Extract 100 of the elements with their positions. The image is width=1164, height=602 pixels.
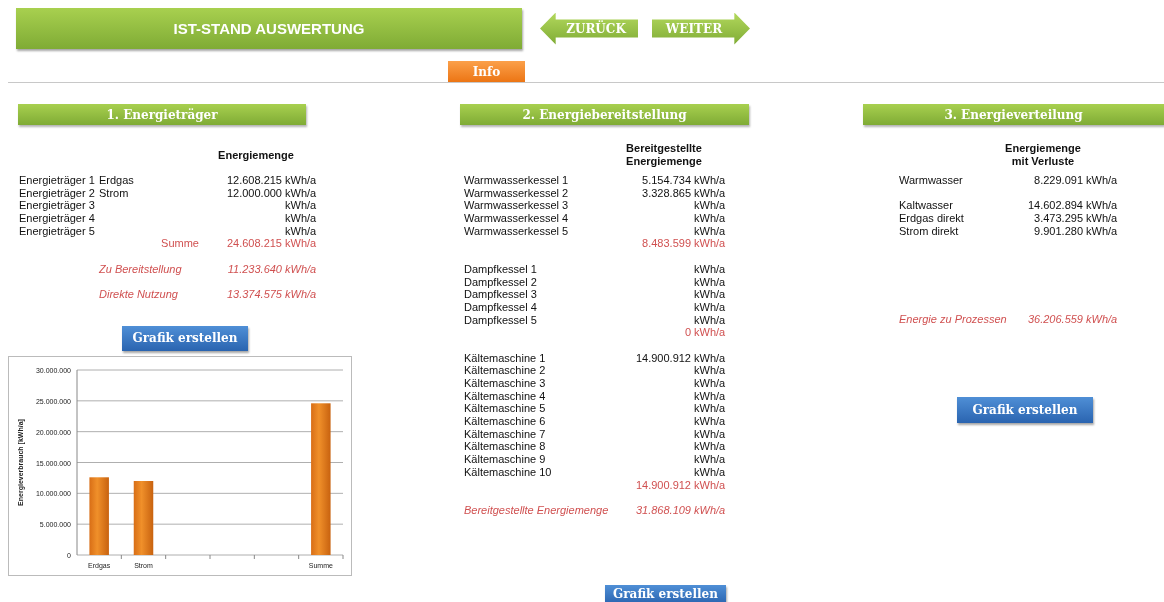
unit: kWh/a bbox=[694, 453, 726, 466]
row-label: Zu Bereitstellung bbox=[99, 262, 182, 275]
row-label: Erdgas direkt bbox=[899, 212, 964, 225]
unit: kWh/a bbox=[1086, 212, 1118, 225]
carrier-name: Erdgas bbox=[99, 174, 134, 186]
carrier-name: Strom bbox=[99, 186, 129, 199]
unit: kWh/a bbox=[694, 275, 726, 288]
row-label: Dampfkessel 4 bbox=[464, 300, 537, 313]
row-label: Energie zu Prozessen bbox=[899, 313, 1007, 326]
row-label: Warmwasserkessel 1 bbox=[464, 174, 569, 186]
unit: kWh/a bbox=[694, 364, 726, 377]
unit: kWh/a bbox=[1086, 174, 1118, 186]
unit: kWh/a bbox=[694, 212, 726, 225]
unit: kWh/a bbox=[694, 237, 726, 250]
value: 13.374.575 bbox=[226, 288, 282, 301]
unit: kWh/a bbox=[1086, 199, 1118, 212]
unit: kWh/a bbox=[1086, 224, 1118, 237]
unit: kWh/a bbox=[285, 288, 317, 301]
unit: kWh/a bbox=[285, 224, 317, 237]
unit: kWh/a bbox=[694, 300, 726, 313]
row-label: Kältemaschine 8 bbox=[464, 440, 546, 453]
unit: kWh/a bbox=[285, 262, 317, 275]
row-label: Energieträger 1 bbox=[19, 174, 95, 186]
row-label: Energieträger 2 bbox=[19, 186, 95, 199]
row-label: Bereitgestellte Energiemenge bbox=[464, 503, 609, 516]
row-label: Direkte Nutzung bbox=[99, 288, 178, 301]
value: 12.608.215 bbox=[226, 174, 282, 186]
row-label: Energieträger 4 bbox=[19, 212, 95, 225]
row-label: Kältemaschine 10 bbox=[464, 465, 552, 478]
row-label: Warmwasserkessel 5 bbox=[464, 224, 569, 237]
row-label: Dampfkessel 2 bbox=[464, 275, 537, 288]
row-label: Kältemaschine 5 bbox=[464, 402, 546, 415]
column-heading: Bereitgestellte Energiemenge bbox=[626, 142, 702, 168]
row-label: Warmwasserkessel 4 bbox=[464, 212, 569, 225]
row-label: Kaltwasser bbox=[899, 199, 953, 212]
unit: kWh/a bbox=[694, 440, 726, 453]
value: 5.154.734 bbox=[642, 174, 691, 186]
unit: kWh/a bbox=[285, 199, 317, 212]
column-heading: Energiemenge mit Verluste bbox=[1005, 142, 1081, 168]
create-chart-button[interactable]: Grafik erstellen bbox=[957, 396, 1093, 423]
value: 8.483.599 bbox=[642, 237, 691, 250]
row-label: Dampfkessel 1 bbox=[464, 262, 537, 275]
value: 3.328.865 bbox=[642, 186, 691, 199]
unit: kWh/a bbox=[694, 402, 726, 415]
page-title: IST-STAND AUSWERTUNG bbox=[16, 8, 522, 49]
unit: kWh/a bbox=[694, 186, 726, 199]
value: 0 bbox=[684, 326, 691, 339]
section-header: 2. Energiebereitstellung bbox=[460, 104, 749, 125]
row-label: Kältemaschine 3 bbox=[464, 377, 546, 389]
value: 36.206.559 bbox=[1027, 313, 1083, 326]
row-label: Warmwasserkessel 3 bbox=[464, 199, 569, 212]
info-button[interactable]: Info bbox=[448, 61, 525, 82]
unit: kWh/a bbox=[694, 465, 726, 478]
row-label: Warmwasser bbox=[899, 174, 963, 186]
row-label: Kältemaschine 6 bbox=[464, 415, 546, 428]
unit: kWh/a bbox=[694, 478, 726, 491]
unit: kWh/a bbox=[694, 262, 726, 275]
row-label: Kältemaschine 4 bbox=[464, 389, 546, 402]
unit: kWh/a bbox=[694, 174, 726, 186]
unit: kWh/a bbox=[694, 326, 726, 339]
value: 14.900.912 bbox=[635, 351, 691, 364]
row-label: Strom direkt bbox=[899, 224, 959, 237]
create-chart-button[interactable]: Grafik erstellen bbox=[122, 325, 248, 351]
unit: kWh/a bbox=[694, 377, 726, 389]
row-label: Kältemaschine 1 bbox=[464, 351, 546, 364]
value: 14.900.912 bbox=[635, 478, 691, 491]
row-label: Energieträger 5 bbox=[19, 224, 95, 237]
column-heading: Energiemenge bbox=[218, 148, 294, 162]
row-label: Kältemaschine 2 bbox=[464, 364, 546, 377]
value: 3.473.295 bbox=[1034, 212, 1083, 225]
row-label: Energieträger 3 bbox=[19, 199, 95, 212]
unit: kWh/a bbox=[694, 427, 726, 440]
row-label: Dampfkessel 5 bbox=[464, 313, 537, 326]
unit: kWh/a bbox=[694, 415, 726, 428]
unit: kWh/a bbox=[694, 313, 726, 326]
value: 31.868.109 bbox=[635, 503, 691, 516]
value: 12.000.000 bbox=[226, 186, 282, 199]
unit: kWh/a bbox=[694, 351, 726, 364]
unit: kWh/a bbox=[1086, 313, 1118, 326]
create-chart-button[interactable]: Grafik erstellen bbox=[605, 584, 726, 602]
unit: kWh/a bbox=[694, 389, 726, 402]
row-label: Summe bbox=[161, 237, 199, 250]
value: 11.233.640 bbox=[227, 262, 282, 275]
value: 9.901.280 bbox=[1034, 224, 1083, 237]
unit: kWh/a bbox=[285, 186, 317, 199]
unit: kWh/a bbox=[694, 199, 726, 212]
row-label: Kältemaschine 9 bbox=[464, 453, 546, 466]
value: 8.229.091 bbox=[1034, 174, 1083, 186]
unit: kWh/a bbox=[285, 237, 317, 250]
value: 14.602.894 bbox=[1027, 199, 1083, 212]
row-label: Kältemaschine 7 bbox=[464, 427, 546, 440]
section-header: 3. Energieverteilung bbox=[863, 104, 1164, 125]
unit: kWh/a bbox=[285, 174, 317, 186]
row-label: Dampfkessel 3 bbox=[464, 288, 537, 301]
value: 24.608.215 bbox=[226, 237, 282, 250]
section-header: 1. Energieträger bbox=[18, 104, 306, 125]
row-label: Warmwasserkessel 2 bbox=[464, 186, 569, 199]
unit: kWh/a bbox=[694, 503, 726, 516]
unit: kWh/a bbox=[694, 224, 726, 237]
unit: kWh/a bbox=[285, 212, 317, 225]
